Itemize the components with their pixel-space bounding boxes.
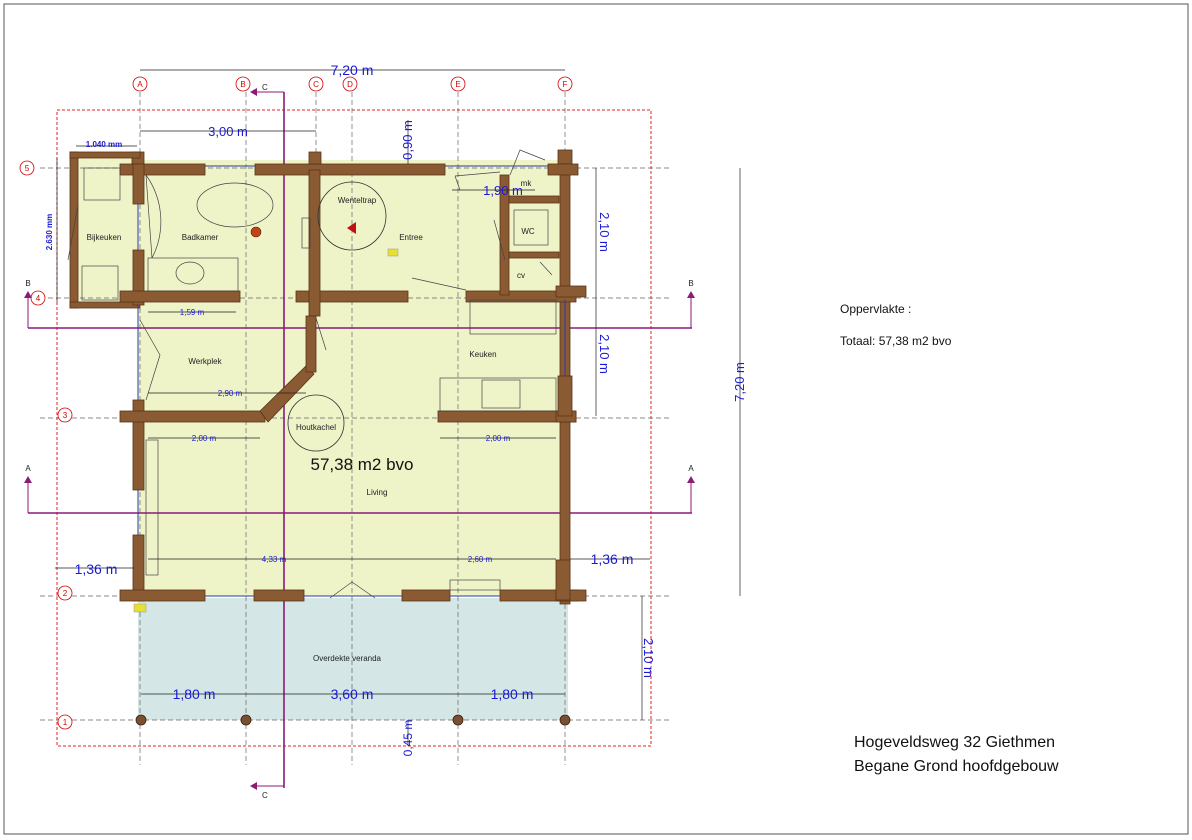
dim-total-width: 7,20 m [331,62,374,78]
dim-span-4-3: 2,10 m [597,334,612,374]
dim-living-width: 4,33 m [262,555,287,564]
interior-floor [78,158,568,596]
axis-label-e: E [455,80,460,89]
axis-label-3: 3 [63,411,68,420]
room-mk: mk [521,179,533,188]
dim-werkplek-width: 1,59 m [180,308,205,317]
section-label-a-right: A [688,464,694,473]
room-houtkachel: Houtkachel [296,423,336,432]
dim-veranda-left: 1,80 m [173,686,216,702]
room-keuken: Keuken [469,350,496,359]
dim-living-right: 2,60 m [468,555,493,564]
dim-living-left: 2,00 m [192,434,217,443]
room-badkamer: Badkamer [182,233,219,242]
dim-bijkeuken-width: 1.040 mm [86,140,122,149]
dim-wc-width: 1,90 m [483,183,523,198]
center-area-label: 57,38 m2 bvo [310,455,413,474]
section-label-b-left: B [25,279,30,288]
dim-veranda-mid: 3,60 m [331,686,374,702]
room-bijkeuken: Bijkeuken [87,233,122,242]
section-label-a-left: A [25,464,31,473]
section-label-b-right: B [688,279,693,288]
room-wenteltrap: Wenteltrap [338,196,377,205]
axis-label-2: 2 [63,589,68,598]
area-title: Oppervlakte : [840,302,912,316]
dim-veranda-right: 1,80 m [491,686,534,702]
floor-plan-page: A B C D E F 5 4 3 2 1 B B A A C C 7,20 m… [0,0,1192,840]
dim-top-offset: 0,90 m [400,120,415,160]
dim-total-depth: 7,20 m [732,362,747,402]
dim-keuken-wall: 2,00 m [486,434,511,443]
dim-bijkeuken-depth: 2.630 mm [45,214,54,250]
dim-werkplek-wall: 2,90 m [218,389,243,398]
axis-label-a: A [137,80,143,89]
dim-left-overhang: 1,36 m [75,561,118,577]
room-werkplek: Werkplek [188,357,222,366]
section-label-c-bottom: C [262,791,268,800]
floor-plan-drawing: A B C D E F 5 4 3 2 1 B B A A C C 7,20 m… [3,3,1189,835]
axis-label-1: 1 [63,718,68,727]
room-cv: cv [517,271,525,280]
axis-label-5: 5 [25,164,30,173]
entry-marker [133,603,147,613]
grid-column-labels: A B C D E F [132,76,573,92]
floor-name-line: Begane Grond hoofdgebouw [854,758,1059,775]
address-line: Hogeveldsweg 32 Giethmen [854,734,1056,751]
dim-span-2-1: 2,10 m [641,638,656,678]
drain-marker [250,226,262,238]
axis-label-c: C [313,80,319,89]
dim-span-5-4: 2,10 m [597,212,612,252]
area-total: Totaal: 57,38 m2 bvo [840,334,952,348]
room-living: Living [367,488,388,497]
room-entree: Entree [399,233,423,242]
meter-marker [387,248,399,257]
axis-label-4: 4 [36,294,41,303]
section-label-c-top: C [262,83,268,92]
dim-a-to-c: 3,00 m [208,124,248,139]
axis-label-b: B [240,80,245,89]
axis-label-f: F [563,80,568,89]
dim-right-overhang: 1,36 m [591,551,634,567]
dim-bottom-offset: 0,45 m [401,720,415,757]
room-veranda: Overdekte veranda [313,654,382,663]
axis-label-d: D [347,80,353,89]
room-wc: WC [521,227,535,236]
